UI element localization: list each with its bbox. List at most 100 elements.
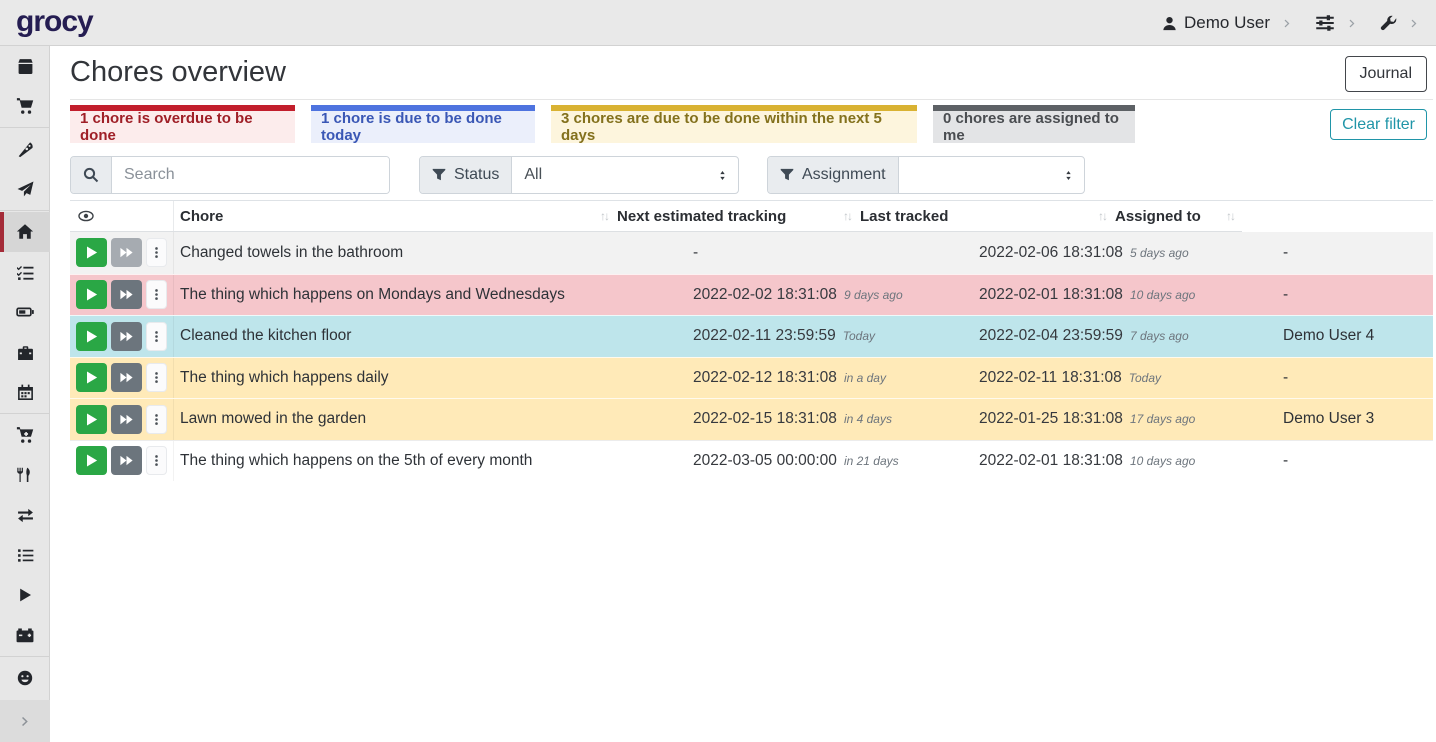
track-chore-execution-button[interactable] bbox=[76, 280, 107, 309]
page-title: Chores overview bbox=[70, 56, 286, 89]
sidebar-item-inventory[interactable] bbox=[0, 535, 50, 575]
skip-chore-button[interactable] bbox=[111, 363, 142, 392]
sidebar-item-user-menu[interactable] bbox=[0, 658, 50, 698]
filter-funnel-icon bbox=[432, 168, 446, 182]
skip-chore-button[interactable] bbox=[111, 446, 142, 475]
due-today-filter-card[interactable]: 1 chore is due to be done today bbox=[311, 105, 535, 143]
user-menu[interactable]: Demo User bbox=[1162, 13, 1270, 33]
row-menu-button[interactable] bbox=[146, 405, 167, 434]
skip-chore-button[interactable] bbox=[111, 405, 142, 434]
toolbox-icon bbox=[17, 344, 34, 361]
next-tracking-relative: in 4 days bbox=[844, 412, 892, 426]
track-chore-execution-button[interactable] bbox=[76, 446, 107, 475]
chore-name[interactable]: Lawn mowed in the garden bbox=[180, 410, 366, 428]
last-tracked-date: 2022-02-06 18:31:08 bbox=[979, 244, 1123, 262]
sidebar-item-stock-overview[interactable] bbox=[0, 46, 50, 86]
assignment-filter-group: Assignment bbox=[767, 156, 1085, 194]
chore-name[interactable]: The thing which happens on the 5th of ev… bbox=[180, 452, 532, 470]
exchange-icon bbox=[17, 507, 34, 524]
next-tracking-date: 2022-03-05 00:00:00 bbox=[693, 452, 837, 470]
skip-chore-button[interactable] bbox=[111, 280, 142, 309]
ellipsis-v-icon bbox=[150, 330, 163, 343]
status-select[interactable]: All bbox=[512, 157, 738, 193]
sort-icon: ↑↓ bbox=[1098, 209, 1114, 223]
eye-icon bbox=[78, 208, 94, 224]
row-menu-button[interactable] bbox=[146, 322, 167, 351]
sidebar-item-equipment[interactable] bbox=[0, 332, 50, 372]
sidebar-item-transfer[interactable] bbox=[0, 495, 50, 535]
table-row: Cleaned the kitchen floor 2022-02-11 23:… bbox=[70, 315, 1433, 357]
table-row: Changed towels in the bathroom - 2022-02… bbox=[70, 232, 1433, 274]
sidebar-item-shopping-list[interactable] bbox=[0, 86, 50, 126]
column-header-last-tracked[interactable]: Last tracked↑↓ bbox=[859, 201, 1114, 231]
row-menu-button[interactable] bbox=[146, 446, 167, 475]
next-tracking-date: 2022-02-11 23:59:59 bbox=[693, 327, 836, 345]
settings-menu[interactable] bbox=[1315, 13, 1335, 33]
sidebar-collapse-toggle[interactable] bbox=[0, 700, 50, 742]
play-icon bbox=[17, 587, 33, 603]
sidebar-item-calendar[interactable] bbox=[0, 372, 50, 412]
row-menu-button[interactable] bbox=[146, 238, 167, 267]
due-soon-filter-card[interactable]: 3 chores are due to be done within the n… bbox=[551, 105, 917, 143]
sliders-icon bbox=[1315, 13, 1335, 33]
sidebar-item-recipes[interactable] bbox=[0, 129, 50, 169]
sidebar-item-meal-plan[interactable] bbox=[0, 169, 50, 209]
column-header-next-tracking[interactable]: Next estimated tracking↑↓ bbox=[616, 201, 859, 231]
assigned-to-me-filter-card[interactable]: 0 chores are assigned to me bbox=[933, 105, 1135, 143]
chore-name[interactable]: The thing which happens on Mondays and W… bbox=[180, 286, 565, 304]
sidebar-divider bbox=[0, 656, 49, 657]
search-group bbox=[70, 156, 390, 194]
row-menu-button[interactable] bbox=[146, 280, 167, 309]
assigned-to-value: - bbox=[1283, 358, 1433, 399]
assigned-to-value: - bbox=[1283, 441, 1433, 482]
row-menu-button[interactable] bbox=[146, 363, 167, 392]
last-tracked-relative: Today bbox=[1129, 371, 1161, 385]
select-caret-icon bbox=[717, 170, 728, 181]
column-visibility-toggle[interactable] bbox=[70, 201, 174, 231]
column-header-assigned-to[interactable]: Assigned to↑↓ bbox=[1114, 201, 1242, 231]
track-chore-execution-button[interactable] bbox=[76, 322, 107, 351]
chore-name[interactable]: The thing which happens daily bbox=[180, 369, 389, 387]
admin-menu[interactable] bbox=[1380, 15, 1397, 32]
grocy-logo[interactable]: grocy bbox=[16, 0, 93, 46]
sidebar-item-battery-tracking[interactable] bbox=[0, 615, 50, 655]
user-label: Demo User bbox=[1184, 13, 1270, 33]
track-chore-execution-button[interactable] bbox=[76, 405, 107, 434]
sort-icon: ↑↓ bbox=[843, 209, 859, 223]
track-chore-execution-button[interactable] bbox=[76, 238, 107, 267]
last-tracked-relative: 10 days ago bbox=[1130, 454, 1195, 468]
ellipsis-v-icon bbox=[150, 454, 163, 467]
chore-name[interactable]: Cleaned the kitchen floor bbox=[180, 327, 351, 345]
select-caret-icon bbox=[1063, 170, 1074, 181]
battery-icon bbox=[16, 303, 34, 321]
column-header-chore[interactable]: Chore↑↓ bbox=[174, 201, 616, 231]
chores-table: Chore↑↓ Next estimated tracking↑↓ Last t… bbox=[70, 200, 1433, 481]
sidebar-item-batteries-overview[interactable] bbox=[0, 292, 50, 332]
overdue-filter-card[interactable]: 1 chore is overdue to be done bbox=[70, 105, 295, 143]
sidebar-item-chores-overview[interactable] bbox=[0, 212, 50, 252]
assignment-filter-label: Assignment bbox=[768, 157, 899, 193]
sidebar-item-purchase[interactable] bbox=[0, 415, 50, 455]
track-chore-execution-button[interactable] bbox=[76, 363, 107, 392]
main-content: Chores overview Journal 1 chore is overd… bbox=[51, 46, 1436, 742]
last-tracked-date: 2022-01-25 18:31:08 bbox=[979, 410, 1123, 428]
next-tracking-date: - bbox=[693, 244, 698, 262]
assigned-to-value: Demo User 3 bbox=[1283, 399, 1433, 440]
filter-funnel-icon bbox=[780, 168, 794, 182]
search-input[interactable] bbox=[112, 157, 389, 193]
next-tracking-relative: in a day bbox=[844, 371, 886, 385]
last-tracked-date: 2022-02-11 18:31:08 bbox=[979, 369, 1122, 387]
chevron-right-icon bbox=[1282, 18, 1293, 29]
sidebar-divider bbox=[0, 413, 49, 414]
skip-chore-button[interactable] bbox=[111, 322, 142, 351]
journal-button[interactable]: Journal bbox=[1345, 56, 1427, 92]
chore-name[interactable]: Changed towels in the bathroom bbox=[180, 244, 403, 262]
sidebar-item-consume[interactable] bbox=[0, 455, 50, 495]
assignment-select[interactable] bbox=[899, 157, 1084, 193]
next-tracking-relative: Today bbox=[843, 329, 875, 343]
last-tracked-relative: 10 days ago bbox=[1130, 288, 1195, 302]
sidebar-item-chore-tracking[interactable] bbox=[0, 575, 50, 615]
next-tracking-relative: in 21 days bbox=[844, 454, 899, 468]
sidebar-item-tasks[interactable] bbox=[0, 252, 50, 292]
clear-filter-button[interactable]: Clear filter bbox=[1330, 109, 1427, 140]
